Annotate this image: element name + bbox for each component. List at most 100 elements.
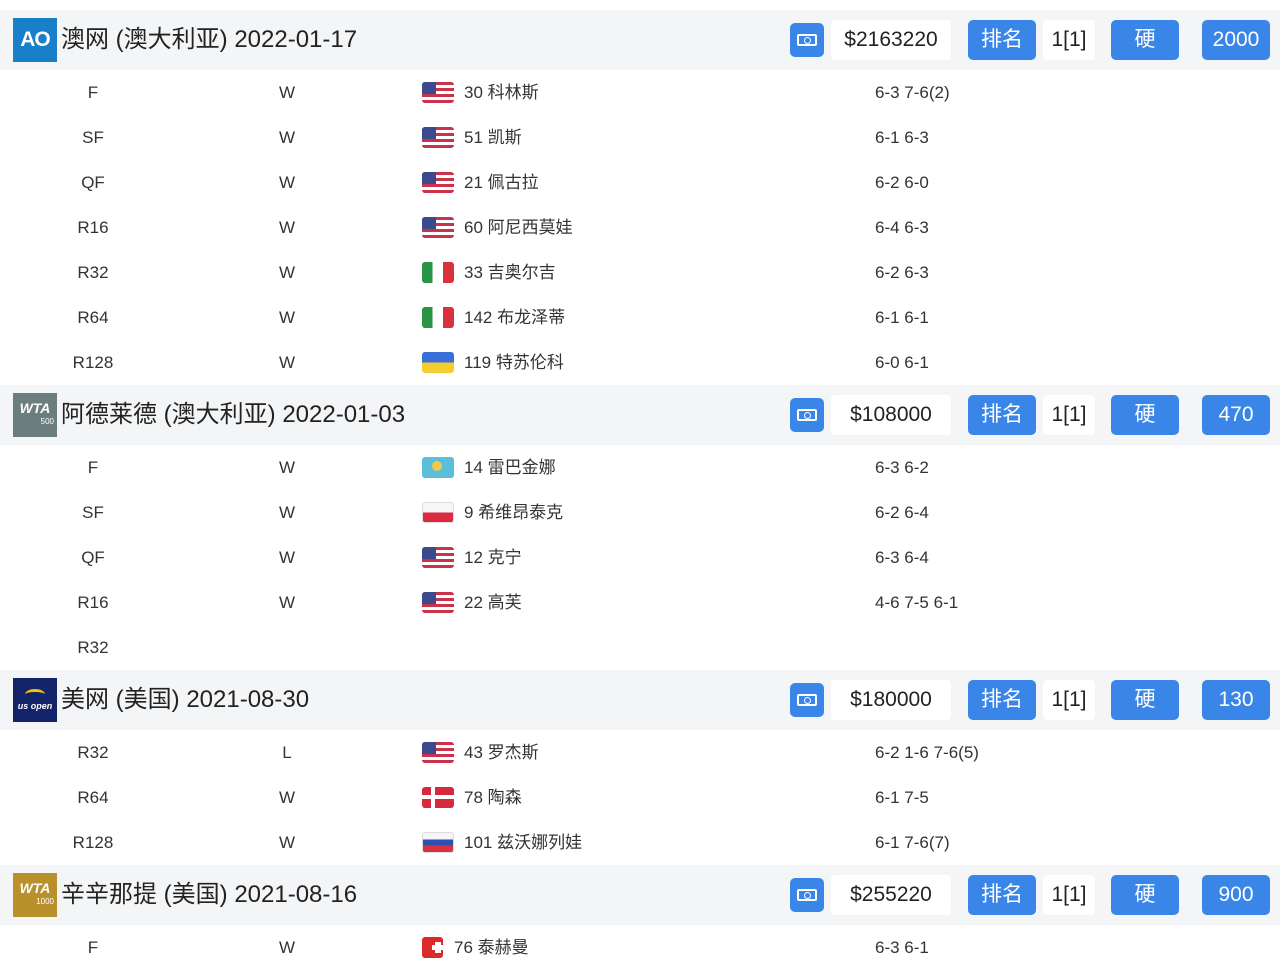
match-row[interactable]: R32 W 33 吉奥尔吉 6-2 6-3: [0, 250, 1280, 295]
match-round: QF: [81, 548, 105, 567]
match-score: 6-3 6-1: [875, 938, 929, 957]
match-round: R16: [77, 593, 109, 612]
match-score: 6-3 7-6(2): [875, 83, 950, 102]
match-result: W: [278, 548, 296, 567]
prize-money: $2163220: [831, 20, 951, 60]
match-round: R128: [72, 833, 114, 852]
rank-value: 1[1]: [1043, 875, 1095, 915]
match-result: W: [278, 593, 296, 612]
australian-open-logo: AO: [13, 18, 57, 62]
match-score: 6-2 1-6 7-6(5): [875, 743, 979, 762]
match-row[interactable]: SF W 51 凯斯 6-1 6-3: [0, 115, 1280, 160]
match-result: W: [278, 128, 296, 147]
tournament-section: us open 美网 (美国) 2021-08-30 $180000 排名 1[…: [0, 670, 1280, 865]
surface-badge: 硬: [1111, 20, 1179, 60]
match-round: R128: [72, 353, 114, 372]
italy-flag-icon: [422, 307, 454, 328]
match-row[interactable]: R128 W 101 兹沃娜列娃 6-1 7-6(7): [0, 820, 1280, 865]
italy-flag-icon: [422, 262, 454, 283]
match-row[interactable]: R32 L 43 罗杰斯 6-2 1-6 7-6(5): [0, 730, 1280, 775]
poland-flag-icon: [422, 502, 454, 523]
match-score: 6-1 6-3: [875, 128, 929, 147]
tournament-section: AO 澳网 (澳大利亚) 2022-01-17 $2163220 排名 1[1]…: [0, 10, 1280, 385]
points-badge: 130: [1202, 680, 1270, 720]
opponent-name: 30 科林斯: [464, 83, 539, 102]
prize-money: $180000: [831, 680, 951, 720]
match-round: R32: [77, 638, 109, 657]
russia-flag-icon: [422, 832, 454, 853]
opponent-name: 14 雷巴金娜: [464, 458, 556, 477]
tournament-header[interactable]: WTA 500 阿德莱德 (澳大利亚) 2022-01-03 $108000 排名…: [0, 385, 1280, 445]
tournament-header[interactable]: WTA 1000 辛辛那提 (美国) 2021-08-16 $255220 排名 …: [0, 865, 1280, 925]
surface-badge: 硬: [1111, 875, 1179, 915]
tournament-section: WTA 500 阿德莱德 (澳大利亚) 2022-01-03 $108000 排名…: [0, 385, 1280, 670]
rank-label: 排名: [968, 875, 1036, 915]
match-round: R64: [77, 788, 109, 807]
opponent-name: 76 泰赫曼: [454, 938, 529, 957]
prize-money: $108000: [831, 395, 951, 435]
match-score: 6-3 6-2: [875, 458, 929, 477]
match-row[interactable]: R64 W 142 布龙泽蒂 6-1 6-1: [0, 295, 1280, 340]
opponent-name: 22 高芙: [464, 593, 522, 612]
rank-value: 1[1]: [1043, 395, 1095, 435]
opponent-name: 119 特苏伦科: [464, 353, 564, 372]
match-row[interactable]: F W 14 雷巴金娜 6-3 6-2: [0, 445, 1280, 490]
surface-badge: 硬: [1111, 395, 1179, 435]
match-row[interactable]: QF W 21 佩古拉 6-2 6-0: [0, 160, 1280, 205]
match-result: W: [278, 353, 296, 372]
page: AO 澳网 (澳大利亚) 2022-01-17 $2163220 排名 1[1]…: [0, 0, 1280, 970]
surface-badge: 硬: [1111, 680, 1179, 720]
match-row[interactable]: R16 W 22 高芙 4-6 7-5 6-1: [0, 580, 1280, 625]
tournament-section: WTA 1000 辛辛那提 (美国) 2021-08-16 $255220 排名 …: [0, 865, 1280, 970]
tournament-header[interactable]: us open 美网 (美国) 2021-08-30 $180000 排名 1[…: [0, 670, 1280, 730]
wta-500-logo: WTA 500: [13, 393, 57, 437]
tournament-header[interactable]: AO 澳网 (澳大利亚) 2022-01-17 $2163220 排名 1[1]…: [0, 10, 1280, 70]
switzerland-flag-icon: [422, 937, 443, 958]
match-result: W: [278, 263, 296, 282]
opponent-name: 101 兹沃娜列娃: [464, 833, 583, 852]
match-result: L: [282, 743, 292, 762]
prize-money: $255220: [831, 875, 951, 915]
ukraine-flag-icon: [422, 352, 454, 373]
match-result: W: [278, 938, 296, 957]
match-round: SF: [82, 503, 104, 522]
match-round: R32: [77, 743, 109, 762]
match-row[interactable]: R128 W 119 特苏伦科 6-0 6-1: [0, 340, 1280, 385]
match-round: R32: [77, 263, 109, 282]
rank-label: 排名: [968, 395, 1036, 435]
us-open-logo: us open: [13, 678, 57, 722]
usa-flag-icon: [422, 127, 454, 148]
match-row[interactable]: SF W 9 希维昂泰克 6-2 6-4: [0, 490, 1280, 535]
opponent-name: 142 布龙泽蒂: [464, 308, 566, 327]
match-row[interactable]: R32: [0, 625, 1280, 670]
tournament-title: 美网 (美国) 2021-08-30: [61, 686, 310, 713]
money-icon: [790, 23, 824, 57]
money-icon: [790, 398, 824, 432]
match-row[interactable]: F W 30 科林斯 6-3 7-6(2): [0, 70, 1280, 115]
match-round: F: [87, 938, 99, 957]
tournament-title: 辛辛那提 (美国) 2021-08-16: [61, 881, 358, 908]
match-row[interactable]: QF W 12 克宁 6-3 6-4: [0, 535, 1280, 580]
rank-label: 排名: [968, 680, 1036, 720]
match-score: 6-2 6-0: [875, 173, 929, 192]
match-row[interactable]: R64 W 78 陶森 6-1 7-5: [0, 775, 1280, 820]
usa-flag-icon: [422, 82, 454, 103]
usa-flag-icon: [422, 172, 454, 193]
opponent-name: 43 罗杰斯: [464, 743, 539, 762]
opponent-name: 78 陶森: [464, 788, 522, 807]
match-result: W: [278, 503, 296, 522]
money-icon: [790, 878, 824, 912]
points-badge: 900: [1202, 875, 1270, 915]
rank-value: 1[1]: [1043, 20, 1095, 60]
match-row[interactable]: R16 W 60 阿尼西莫娃 6-4 6-3: [0, 205, 1280, 250]
match-result: W: [278, 218, 296, 237]
match-score: 6-0 6-1: [875, 353, 929, 372]
match-score: 6-4 6-3: [875, 218, 929, 237]
match-score: 6-3 6-4: [875, 548, 929, 567]
opponent-name: 60 阿尼西莫娃: [464, 218, 573, 237]
match-row[interactable]: F W 76 泰赫曼 6-3 6-1: [0, 925, 1280, 970]
opponent-name: 12 克宁: [464, 548, 522, 567]
match-score: 6-1 7-6(7): [875, 833, 950, 852]
match-round: R16: [77, 218, 109, 237]
usa-flag-icon: [422, 592, 454, 613]
